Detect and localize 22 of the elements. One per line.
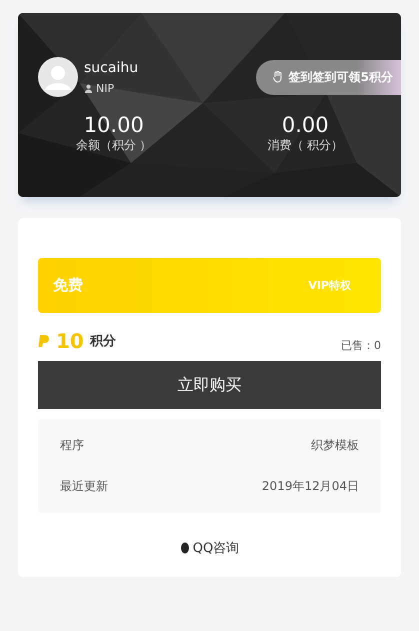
qq-contact-link[interactable]: QQ咨询 — [180, 539, 240, 557]
info-label: 程序 — [60, 437, 84, 454]
avatar-icon — [38, 57, 78, 97]
points-icon — [38, 334, 50, 348]
info-label: 最近更新 — [60, 478, 108, 495]
username: sucaihu — [84, 60, 138, 76]
hand-icon — [272, 71, 284, 83]
stat-label: 余额（积分 ） — [76, 137, 152, 154]
offer-title: 免费 — [53, 276, 83, 295]
user-icon — [84, 84, 93, 92]
price-amount: 10 — [56, 329, 84, 353]
vip-label: VIP特权 — [308, 278, 351, 293]
stat-value: 0.00 — [282, 113, 329, 137]
price-unit: 积分 — [90, 333, 116, 350]
member-level: NIP — [96, 82, 114, 94]
info-value: 2019年12月04日 — [262, 478, 359, 495]
buy-button[interactable]: 立即购买 — [38, 361, 381, 409]
stat-label: 消费（ 积分） — [267, 137, 344, 154]
checkin-button[interactable]: 签到签到可领5积分 — [256, 60, 401, 94]
info-value: 织梦模板 — [311, 437, 359, 454]
sold-count: 已售：0 — [341, 338, 381, 353]
stat-value: 10.00 — [84, 113, 144, 137]
